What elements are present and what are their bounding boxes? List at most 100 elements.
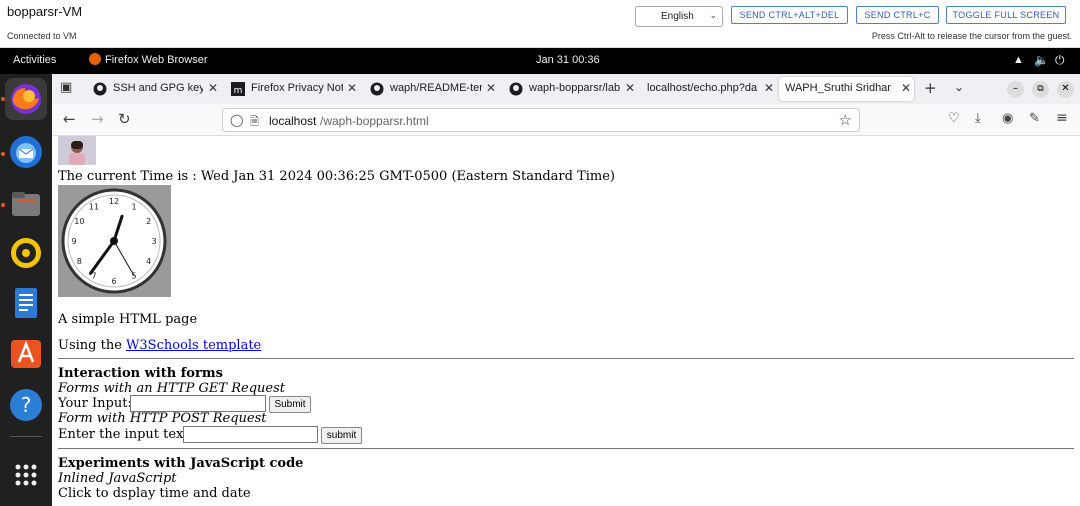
firefox-dock-icon[interactable] — [5, 78, 47, 120]
firefox-window: ▣ SSH and GPG keys ✕ m Firefox Privacy N… — [52, 74, 1080, 506]
enter-text-label: Enter the input text — [58, 427, 189, 442]
extensions-icon[interactable]: ✎ — [1029, 111, 1040, 126]
clock-number: 6 — [111, 277, 116, 286]
activities-button[interactable]: Activities — [13, 54, 56, 66]
w3schools-link[interactable]: W3Schools template — [126, 338, 261, 353]
files-dock-icon[interactable] — [5, 184, 47, 226]
tab-label: waph-bopparsr/lab — [529, 82, 621, 94]
send-ctrl-c-button[interactable]: SEND CTRL+C — [856, 6, 939, 24]
shield-icon[interactable]: ◯ — [230, 113, 243, 127]
post-input-field[interactable] — [183, 426, 318, 443]
firefox-icon — [89, 53, 101, 65]
list-tabs-icon[interactable]: ⌄ — [954, 80, 964, 94]
tab-overview-icon[interactable]: ▣ — [60, 80, 72, 95]
close-window-icon[interactable]: ✕ — [1057, 81, 1074, 98]
active-app-name[interactable]: Firefox Web Browser — [105, 54, 208, 66]
dock: ? — [0, 74, 52, 506]
github-icon — [370, 82, 384, 96]
tab-label: Firefox Privacy Not — [251, 82, 343, 94]
volume-icon[interactable]: 🔈 — [1034, 53, 1049, 67]
account-icon[interactable]: ◉ — [1002, 111, 1013, 126]
clock-number: 11 — [89, 202, 99, 211]
tab-ssh-gpg-keys[interactable]: SSH and GPG keys ✕ — [86, 77, 221, 101]
network-icon[interactable]: ▲ — [1013, 54, 1024, 66]
clock-number: 10 — [74, 217, 84, 226]
svg-text:m: m — [234, 86, 243, 96]
rhythmbox-dock-icon[interactable] — [5, 232, 47, 274]
pocket-icon[interactable]: ♡ — [948, 111, 960, 126]
show-apps-icon[interactable] — [5, 454, 47, 496]
clock-number: 3 — [151, 237, 156, 246]
app-center-dock-icon[interactable] — [5, 332, 47, 374]
clock-number: 8 — [77, 257, 82, 266]
post-submit-button[interactable]: submit — [321, 427, 362, 444]
release-hint: Press Ctrl-Alt to release the cursor fro… — [871, 31, 1072, 41]
divider — [58, 448, 1074, 449]
close-tab-icon[interactable]: ✕ — [764, 81, 774, 95]
close-tab-icon[interactable]: ✕ — [208, 81, 218, 95]
help-dock-icon[interactable]: ? — [5, 384, 47, 426]
tab-label: SSH and GPG keys — [113, 82, 203, 94]
running-indicator — [1, 203, 5, 207]
get-input-field[interactable] — [130, 395, 266, 412]
tab-bar: ▣ SSH and GPG keys ✕ m Firefox Privacy N… — [52, 74, 1080, 104]
tab-waph-bopparsr-lab[interactable]: waph-bopparsr/lab ✕ — [502, 77, 638, 101]
minimize-icon[interactable]: – — [1007, 81, 1024, 98]
dock-separator — [10, 436, 42, 437]
url-path: /waph-bopparsr.html — [320, 114, 429, 128]
reload-icon[interactable]: ↻ — [118, 110, 131, 128]
tab-label: waph/README-ter — [390, 82, 482, 94]
close-tab-icon[interactable]: ✕ — [901, 81, 911, 95]
chevron-down-icon: ⌄ — [709, 10, 717, 20]
restore-icon[interactable]: ⧉ — [1032, 81, 1049, 98]
tab-waph-sruthi-active[interactable]: WAPH_Sruthi Sridhar ✕ — [779, 77, 914, 101]
tab-echo-php[interactable]: localhost/echo.php?da ✕ — [641, 77, 777, 101]
vm-name: bopparsr-VM — [7, 4, 83, 19]
simple-page-text: A simple HTML page — [58, 312, 198, 327]
page-icon: 🗎 — [250, 116, 259, 128]
click-display-text[interactable]: Click to dsplay time and date — [58, 486, 251, 501]
forms-heading: Interaction with forms — [58, 366, 223, 381]
close-tab-icon[interactable]: ✕ — [625, 81, 635, 95]
language-select[interactable]: English ⌄ — [635, 6, 723, 27]
gnome-topbar: Activities Firefox Web Browser Jan 31 00… — [0, 48, 1080, 74]
thunderbird-dock-icon[interactable] — [5, 131, 47, 173]
page-content: The current Time is : Wed Jan 31 2024 00… — [52, 136, 1080, 506]
current-time-text: The current Time is : Wed Jan 31 2024 00… — [58, 169, 615, 184]
clock-number: 12 — [109, 197, 119, 206]
address-bar[interactable]: ◯ 🗎 localhost /waph-bopparsr.html ☆ — [222, 108, 860, 132]
close-tab-icon[interactable]: ✕ — [347, 81, 357, 95]
forward-icon[interactable]: → — [91, 110, 104, 128]
vm-status: Connected to VM — [7, 31, 77, 41]
menu-icon[interactable]: ≡ — [1056, 110, 1068, 126]
send-ctrl-alt-del-button[interactable]: SEND CTRL+ALT+DEL — [731, 6, 848, 24]
power-icon[interactable]: ⏻ — [1055, 53, 1065, 68]
clock-center — [110, 237, 118, 245]
get-submit-button[interactable]: Submit — [269, 396, 311, 413]
mozilla-icon: m — [231, 82, 245, 96]
toggle-fullscreen-button[interactable]: TOGGLE FULL SCREEN — [946, 6, 1066, 24]
running-indicator — [1, 97, 5, 101]
clock[interactable]: Jan 31 00:36 — [536, 54, 600, 66]
github-icon — [509, 82, 523, 96]
using-prefix: Using the — [58, 338, 127, 353]
analog-clock: 12 1 2 3 4 5 6 7 8 9 10 11 — [58, 185, 171, 297]
writer-dock-icon[interactable] — [5, 282, 47, 324]
language-value: English — [661, 11, 694, 22]
tab-label: WAPH_Sruthi Sridhar — [785, 82, 891, 94]
running-indicator — [1, 152, 5, 156]
new-tab-icon[interactable]: + — [924, 79, 937, 97]
js-heading: Experiments with JavaScript code — [58, 456, 304, 471]
tab-firefox-privacy[interactable]: m Firefox Privacy Not ✕ — [224, 77, 360, 101]
clock-number: 4 — [146, 257, 151, 266]
downloads-icon[interactable]: ⤓ — [975, 111, 981, 126]
your-input-label: Your Input: — [58, 396, 132, 411]
navigation-bar: ← → ↻ ◯ 🗎 localhost /waph-bopparsr.html … — [52, 104, 1080, 136]
tab-label: localhost/echo.php?da — [647, 82, 758, 94]
bookmark-star-icon[interactable]: ☆ — [839, 111, 852, 129]
close-tab-icon[interactable]: ✕ — [486, 81, 496, 95]
back-icon[interactable]: ← — [63, 110, 76, 128]
clock-number: 2 — [146, 217, 151, 226]
tab-waph-readme[interactable]: waph/README-ter ✕ — [363, 77, 499, 101]
clock-number: 1 — [131, 202, 136, 211]
